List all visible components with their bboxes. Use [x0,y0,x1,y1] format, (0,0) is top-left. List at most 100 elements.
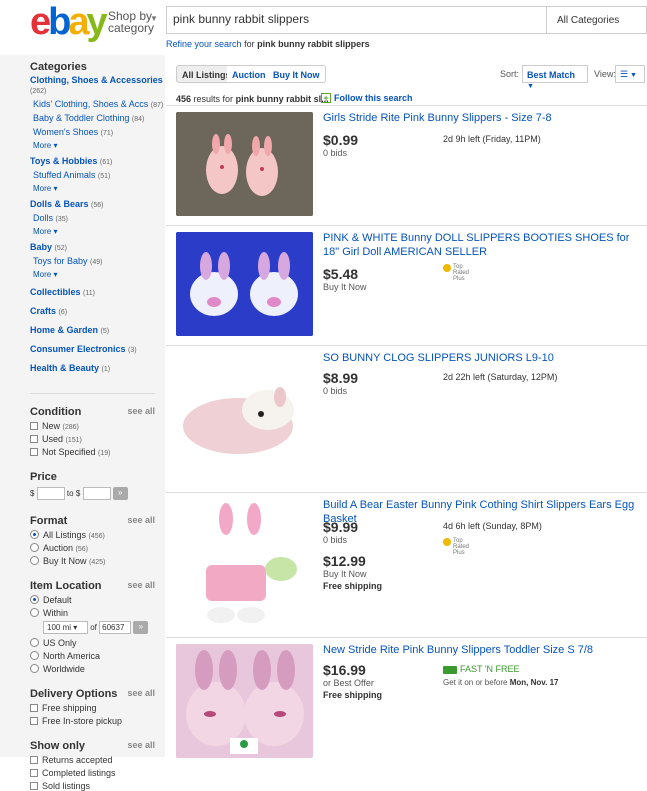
item-image[interactable] [176,499,313,633]
item-buy-it-now: Buy It Now [323,282,367,292]
more-link[interactable]: More ▾ [33,227,165,236]
category-consumer-electronics[interactable]: Consumer Electronics (3) [30,344,165,354]
view-select[interactable]: ☰ ▼ [615,65,645,83]
chevron-down-icon: ▾ [53,227,58,236]
tab-buy-it-now[interactable]: Buy It Now [268,65,326,83]
category-crafts[interactable]: Crafts (6) [30,306,165,316]
chevron-down-icon: ▼ [527,83,534,90]
list-item: SO BUNNY CLOG SLIPPERS JUNIORS L9-10 $8.… [166,345,647,495]
item-title[interactable]: SO BUNNY CLOG SLIPPERS JUNIORS L9-10 [323,351,647,365]
see-all-link[interactable]: see all [127,580,155,590]
condition-used-checkbox[interactable]: Used (151) [30,434,165,444]
top-rated-badge: Top Rated Plus [443,264,477,282]
item-time-left: 2d 9h left (Friday, 11PM) [443,134,541,144]
sidebar: Categories Clothing, Shoes & Accessories… [0,55,165,791]
sort-select[interactable]: Best Match ▼ [522,65,588,90]
delivery-heading: Delivery Options see all [30,688,155,700]
format-heading: Format see all [30,515,155,527]
category-health-beauty[interactable]: Health & Beauty (1) [30,363,165,373]
item-time-left: 2d 22h left (Saturday, 12PM) [443,372,558,382]
item-image[interactable] [176,232,313,336]
medal-icon [443,538,451,546]
category-label: category [108,21,155,35]
category-toys-for-baby[interactable]: Toys for Baby (49) [33,256,165,266]
condition-new-checkbox[interactable]: New (286) [30,421,165,431]
category-select[interactable]: All Categories [547,6,647,34]
chevron-down-icon: ▾ [53,141,58,150]
results-count: 456 results for pink bunny rabbit sl... [176,94,329,104]
categories-heading: Categories [30,61,87,73]
format-all-listings-radio[interactable]: All Listings (456) [30,530,165,540]
submit-location-button[interactable]: » [133,621,149,635]
price-heading: Price [30,471,57,483]
delivery-section: Delivery Options see all Free shipping Fr… [30,688,165,726]
header: ebay Shop by category ▼ pink bunny rabbi… [0,0,647,60]
format-auction-radio[interactable]: Auction (56) [30,543,165,553]
shop-by-category-button[interactable]: Shop by category ▼ [108,10,158,35]
location-heading: Item Location see all [30,580,155,592]
item-title[interactable]: New Stride Rite Pink Bunny Slippers Todd… [323,643,647,657]
sold-listings-checkbox[interactable]: Sold listings [30,781,165,791]
format-buy-it-now-radio[interactable]: Buy It Now (425) [30,556,165,566]
free-shipping-checkbox[interactable]: Free shipping [30,703,165,713]
category-home-garden[interactable]: Home & Garden (5) [30,325,165,335]
see-all-link[interactable]: see all [127,688,155,698]
refine-search-link[interactable]: Refine your search [166,39,242,49]
divider [30,393,155,394]
list-item: Girls Stride Rite Pink Bunny Slippers - … [166,105,647,218]
location-us-only-radio[interactable]: US Only [30,638,165,648]
see-all-link[interactable]: see all [127,515,155,525]
item-title[interactable]: Girls Stride Rite Pink Bunny Slippers - … [323,111,647,125]
item-shipping: Free shipping [323,690,383,700]
location-within-radio[interactable]: Within [30,608,165,618]
item-title[interactable]: PINK & WHITE Bunny DOLL SLIPPERS BOOTIES… [323,231,647,259]
fast-n-free-badge: FAST 'N FREE [443,664,520,674]
search-input[interactable]: pink bunny rabbit slippers [166,6,547,34]
list-item: PINK & WHITE Bunny DOLL SLIPPERS BOOTIES… [166,225,647,343]
condition-heading: Condition see all [30,406,155,418]
free-pickup-checkbox[interactable]: Free In-store pickup [30,716,165,726]
delivery-estimate: Get it on or before Mon, Nov. 17 [443,678,559,687]
show-only-section: Show only see all Returns accepted Comple… [30,740,165,791]
category-dolls-bears[interactable]: Dolls & Bears (56) [30,199,165,209]
tab-auction[interactable]: Auction [227,65,272,83]
ebay-logo[interactable]: ebay [30,2,108,42]
category-toys-hobbies[interactable]: Toys & Hobbies (61) [30,156,165,166]
location-north-america-radio[interactable]: North America [30,651,165,661]
zip-input[interactable]: 60637 [99,621,132,635]
condition-not-specified-checkbox[interactable]: Not Specified (19) [30,447,165,457]
more-link[interactable]: More ▾ [33,184,165,193]
category-collectibles[interactable]: Collectibles (11) [30,287,165,297]
distance-select[interactable]: 100 mi ▾ [43,621,88,635]
item-image[interactable] [176,352,313,489]
more-link[interactable]: More ▾ [33,141,165,150]
item-buy-it-now: Buy It Now [323,569,367,579]
category-womens-shoes[interactable]: Women's Shoes (71) [33,127,165,137]
category-kids-clothing[interactable]: Kids' Clothing, Shoes & Accs (87) [33,99,165,109]
category-dolls[interactable]: Dolls (35) [33,213,165,223]
follow-search-button[interactable]: + Follow this search [321,93,413,103]
doll-slippers-image [176,232,313,336]
condition-section: Condition see all New (286) Used (151) No… [30,406,165,457]
see-all-link[interactable]: see all [127,406,155,416]
category-clothing[interactable]: Clothing, Shoes & Accessories (262) [30,75,165,95]
item-price: $5.48 [323,266,359,282]
item-price: $9.99 [323,519,359,535]
sort-label: Sort: [500,69,520,79]
location-worldwide-radio[interactable]: Worldwide [30,664,165,674]
category-baby[interactable]: Baby (52) [30,242,165,252]
category-stuffed-animals[interactable]: Stuffed Animals (51) [33,170,165,180]
truck-icon [443,665,457,674]
submit-price-button[interactable]: » [112,487,128,501]
category-baby-toddler[interactable]: Baby & Toddler Clothing (84) [33,113,165,123]
max-price-input[interactable] [82,487,111,501]
min-price-input[interactable] [36,487,65,501]
location-default-radio[interactable]: Default [30,595,165,605]
item-price: $16.99 [323,662,366,678]
item-image[interactable] [176,112,313,216]
more-link[interactable]: More ▾ [33,270,165,279]
item-image[interactable] [176,644,313,758]
completed-listings-checkbox[interactable]: Completed listings [30,768,165,778]
see-all-link[interactable]: see all [127,740,155,750]
location-section: Item Location see all Default Within 100 … [30,580,165,674]
